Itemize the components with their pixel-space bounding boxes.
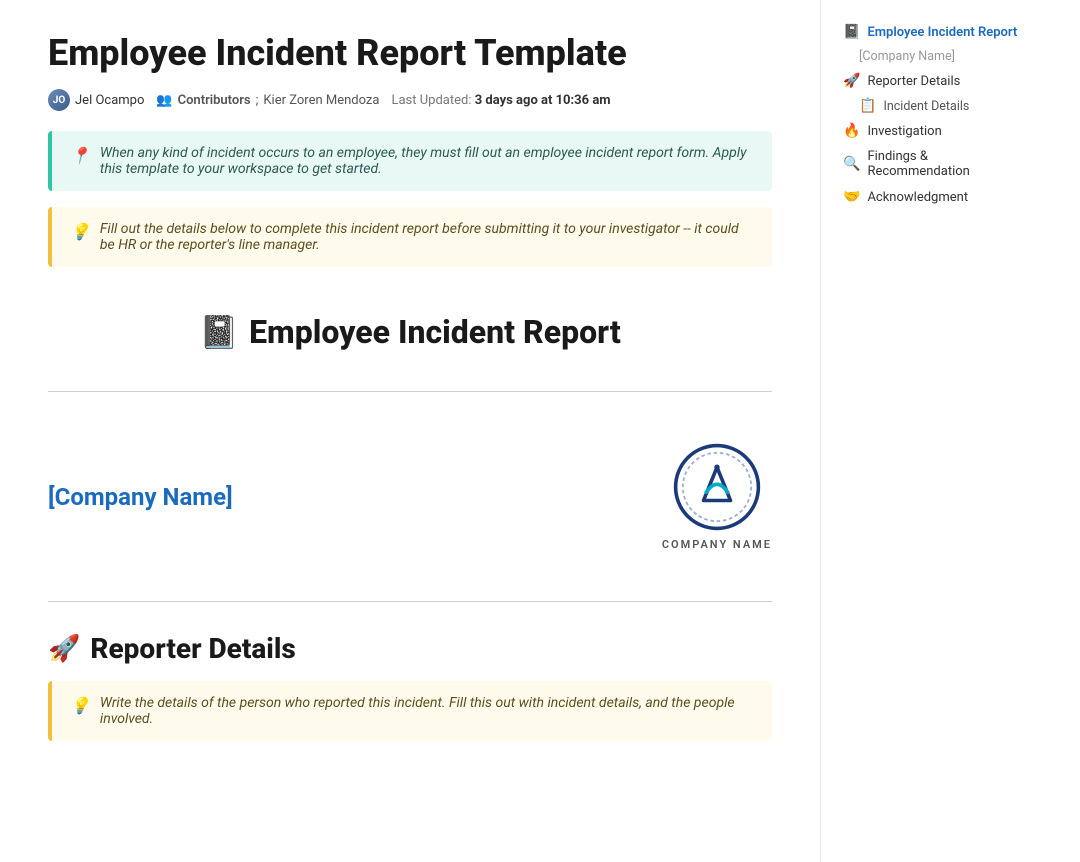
sidebar-item-acknowledgment[interactable]: 🤝 Acknowledgment <box>837 185 1024 209</box>
sidebar-icon-notebook: 📓 <box>843 24 860 40</box>
author-name[interactable]: Jel Ocampo <box>75 93 144 108</box>
divider-bottom <box>48 601 772 602</box>
pin-icon: 📍 <box>70 146 90 165</box>
bulb-icon-reporter: 💡 <box>70 696 90 715</box>
author-info: JO Jel Ocampo <box>48 89 144 111</box>
contributors-label: Contributors <box>178 93 251 108</box>
last-updated: Last Updated: 3 days ago at 10:36 am <box>391 93 610 108</box>
callout-green-text: When any kind of incident occurs to an e… <box>100 145 754 177</box>
company-logo-label: COMPANY NAME <box>662 538 772 551</box>
logo-svg <box>672 442 762 532</box>
contributors-separator: ; <box>256 93 259 108</box>
main-content: Employee Incident Report Template JO Jel… <box>0 0 820 862</box>
sidebar-item-label-4: Investigation <box>867 124 941 139</box>
sidebar-item-reporter-details[interactable]: 🚀 Reporter Details <box>837 69 1024 93</box>
contributors-info: 👥 Contributors ; Kier Zoren Mendoza <box>156 93 379 108</box>
report-title-section: 📓Employee Incident Report <box>48 283 772 371</box>
company-section: [Company Name] COMPANY NAME <box>48 412 772 581</box>
sidebar-item-label-5: Findings & Recommendation <box>867 149 1018 179</box>
sidebar-icon-fire: 🔥 <box>843 123 860 139</box>
sidebar-item-label-1: [Company Name] <box>859 49 955 64</box>
sidebar: 📓 Employee Incident Report [Company Name… <box>820 0 1040 862</box>
reporter-title: 🚀 Reporter Details <box>48 632 772 665</box>
sidebar-item-label-3: Incident Details <box>883 99 969 114</box>
company-name[interactable]: [Company Name] <box>48 483 233 511</box>
notebook-icon: 📓 <box>199 313 239 351</box>
callout-reporter-text: Write the details of the person who repo… <box>100 695 754 727</box>
callout-reporter: 💡 Write the details of the person who re… <box>48 681 772 741</box>
page-title: Employee Incident Report Template <box>48 32 772 75</box>
contributors-icon: 👥 <box>156 93 172 108</box>
bulb-icon: 💡 <box>70 222 90 241</box>
sidebar-item-label-2: Reporter Details <box>867 74 960 89</box>
divider-top <box>48 391 772 392</box>
sidebar-item-company-name[interactable]: [Company Name] <box>837 46 1024 67</box>
callout-yellow: 💡 Fill out the details below to complete… <box>48 207 772 267</box>
reporter-section: 🚀 Reporter Details 💡 Write the details o… <box>48 632 772 741</box>
sidebar-icon-handshake: 🤝 <box>843 189 860 205</box>
meta-row: JO Jel Ocampo 👥 Contributors ; Kier Zore… <box>48 89 772 111</box>
avatar: JO <box>48 89 70 111</box>
sidebar-item-findings[interactable]: 🔍 Findings & Recommendation <box>837 145 1024 183</box>
callout-yellow-text: Fill out the details below to complete t… <box>100 221 754 253</box>
sidebar-item-label-6: Acknowledgment <box>867 190 968 205</box>
sidebar-item-employee-incident-report[interactable]: 📓 Employee Incident Report <box>837 20 1024 44</box>
contributors-names[interactable]: Kier Zoren Mendoza <box>263 93 379 108</box>
sidebar-icon-rocket: 🚀 <box>843 73 860 89</box>
sidebar-item-label-0: Employee Incident Report <box>867 25 1017 40</box>
report-main-title: 📓Employee Incident Report <box>48 313 772 351</box>
company-logo: COMPANY NAME <box>662 442 772 551</box>
sidebar-icon-magnify: 🔍 <box>843 156 860 172</box>
sidebar-item-incident-details[interactable]: 📋 Incident Details <box>837 95 1024 117</box>
rocket-icon: 🚀 <box>48 634 80 664</box>
sidebar-item-investigation[interactable]: 🔥 Investigation <box>837 119 1024 143</box>
callout-green: 📍 When any kind of incident occurs to an… <box>48 131 772 191</box>
sidebar-icon-clipboard: 📋 <box>859 98 876 114</box>
